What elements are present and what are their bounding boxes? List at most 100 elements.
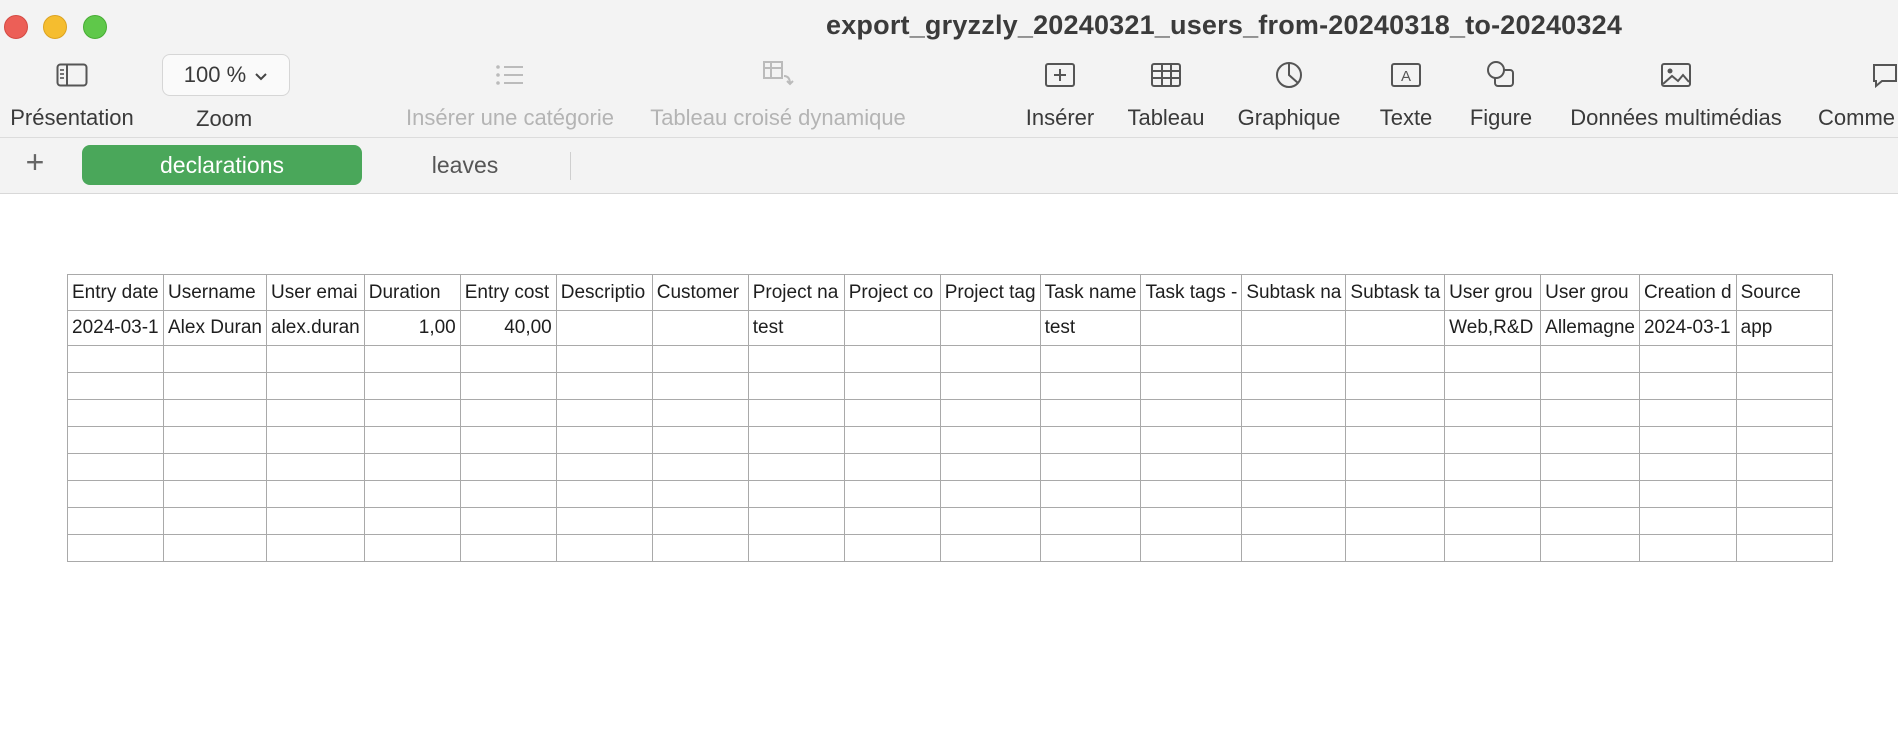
- empty-cell[interactable]: [1345, 345, 1446, 373]
- empty-cell[interactable]: [1345, 399, 1446, 427]
- empty-cell[interactable]: [651, 507, 749, 535]
- empty-cell[interactable]: [555, 453, 653, 481]
- empty-cell[interactable]: [1444, 507, 1542, 535]
- empty-cell[interactable]: [843, 480, 941, 508]
- empty-cell[interactable]: [1540, 345, 1640, 373]
- empty-cell[interactable]: [459, 426, 557, 454]
- table-cell[interactable]: Web,R&D: [1444, 310, 1542, 346]
- tab-leaves[interactable]: leaves: [380, 145, 550, 185]
- empty-cell[interactable]: [459, 534, 557, 562]
- empty-cell[interactable]: [555, 372, 653, 400]
- empty-cell[interactable]: [266, 399, 365, 427]
- empty-cell[interactable]: [939, 507, 1041, 535]
- empty-cell[interactable]: [266, 507, 365, 535]
- empty-cell[interactable]: [163, 345, 267, 373]
- empty-cell[interactable]: [555, 507, 653, 535]
- header-cell[interactable]: Customer: [651, 274, 749, 311]
- empty-cell[interactable]: [939, 345, 1041, 373]
- empty-cell[interactable]: [266, 372, 365, 400]
- empty-cell[interactable]: [363, 345, 461, 373]
- table-cell[interactable]: Allemagne: [1540, 310, 1640, 346]
- empty-cell[interactable]: [747, 534, 845, 562]
- empty-cell[interactable]: [1735, 345, 1833, 373]
- empty-cell[interactable]: [1140, 480, 1243, 508]
- empty-cell[interactable]: [939, 426, 1041, 454]
- empty-cell[interactable]: [1039, 372, 1142, 400]
- table-cell[interactable]: [555, 310, 653, 346]
- empty-cell[interactable]: [747, 399, 845, 427]
- empty-cell[interactable]: [266, 534, 365, 562]
- empty-cell[interactable]: [1140, 534, 1243, 562]
- header-cell[interactable]: Source: [1735, 274, 1833, 311]
- header-cell[interactable]: Subtask na: [1241, 274, 1347, 311]
- insert-category-button[interactable]: Insérer une catégorie: [390, 55, 630, 135]
- close-window-button[interactable]: [4, 15, 28, 39]
- empty-cell[interactable]: [1735, 426, 1833, 454]
- empty-cell[interactable]: [1735, 507, 1833, 535]
- header-cell[interactable]: User emai: [266, 274, 365, 311]
- empty-cell[interactable]: [1444, 399, 1542, 427]
- empty-cell[interactable]: [747, 507, 845, 535]
- empty-cell[interactable]: [1345, 372, 1446, 400]
- empty-cell[interactable]: [1039, 426, 1142, 454]
- empty-cell[interactable]: [1444, 534, 1542, 562]
- text-button[interactable]: A Texte: [1374, 55, 1438, 135]
- table-button[interactable]: Tableau: [1124, 55, 1208, 135]
- empty-cell[interactable]: [1540, 534, 1640, 562]
- empty-cell[interactable]: [843, 426, 941, 454]
- empty-cell[interactable]: [363, 480, 461, 508]
- empty-cell[interactable]: [459, 507, 557, 535]
- empty-cell[interactable]: [163, 426, 267, 454]
- empty-cell[interactable]: [939, 399, 1041, 427]
- empty-cell[interactable]: [266, 426, 365, 454]
- empty-cell[interactable]: [939, 453, 1041, 481]
- zoom-select[interactable]: 100 %: [162, 54, 290, 96]
- empty-cell[interactable]: [651, 426, 749, 454]
- empty-cell[interactable]: [1241, 345, 1347, 373]
- empty-cell[interactable]: [459, 453, 557, 481]
- empty-cell[interactable]: [1345, 426, 1446, 454]
- empty-cell[interactable]: [555, 534, 653, 562]
- header-cell[interactable]: Creation d: [1638, 274, 1737, 311]
- empty-cell[interactable]: [1345, 453, 1446, 481]
- empty-cell[interactable]: [1735, 372, 1833, 400]
- empty-cell[interactable]: [1345, 480, 1446, 508]
- empty-cell[interactable]: [266, 480, 365, 508]
- header-cell[interactable]: Entry date: [67, 274, 164, 311]
- empty-cell[interactable]: [1638, 399, 1737, 427]
- empty-cell[interactable]: [747, 345, 845, 373]
- empty-cell[interactable]: [1444, 372, 1542, 400]
- empty-cell[interactable]: [67, 480, 164, 508]
- empty-cell[interactable]: [1638, 372, 1737, 400]
- table-cell[interactable]: 2024-03-1: [1638, 310, 1737, 346]
- empty-cell[interactable]: [747, 480, 845, 508]
- empty-cell[interactable]: [1241, 507, 1347, 535]
- table-cell[interactable]: [1241, 310, 1347, 346]
- empty-cell[interactable]: [363, 399, 461, 427]
- empty-cell[interactable]: [1039, 480, 1142, 508]
- header-cell[interactable]: Descriptio: [555, 274, 653, 311]
- empty-cell[interactable]: [67, 507, 164, 535]
- empty-cell[interactable]: [363, 534, 461, 562]
- empty-cell[interactable]: [1140, 453, 1243, 481]
- empty-cell[interactable]: [843, 507, 941, 535]
- empty-cell[interactable]: [1540, 480, 1640, 508]
- empty-cell[interactable]: [555, 399, 653, 427]
- empty-cell[interactable]: [747, 372, 845, 400]
- empty-cell[interactable]: [1039, 534, 1142, 562]
- header-cell[interactable]: User grou: [1540, 274, 1640, 311]
- empty-cell[interactable]: [651, 453, 749, 481]
- empty-cell[interactable]: [1140, 507, 1243, 535]
- empty-cell[interactable]: [651, 480, 749, 508]
- empty-cell[interactable]: [1444, 453, 1542, 481]
- empty-cell[interactable]: [363, 426, 461, 454]
- empty-cell[interactable]: [1140, 426, 1243, 454]
- chart-button[interactable]: Graphique: [1232, 55, 1346, 135]
- empty-cell[interactable]: [459, 399, 557, 427]
- empty-cell[interactable]: [1638, 480, 1737, 508]
- empty-cell[interactable]: [1540, 426, 1640, 454]
- empty-cell[interactable]: [459, 480, 557, 508]
- empty-cell[interactable]: [1638, 507, 1737, 535]
- empty-cell[interactable]: [555, 345, 653, 373]
- tab-declarations[interactable]: declarations: [82, 145, 362, 185]
